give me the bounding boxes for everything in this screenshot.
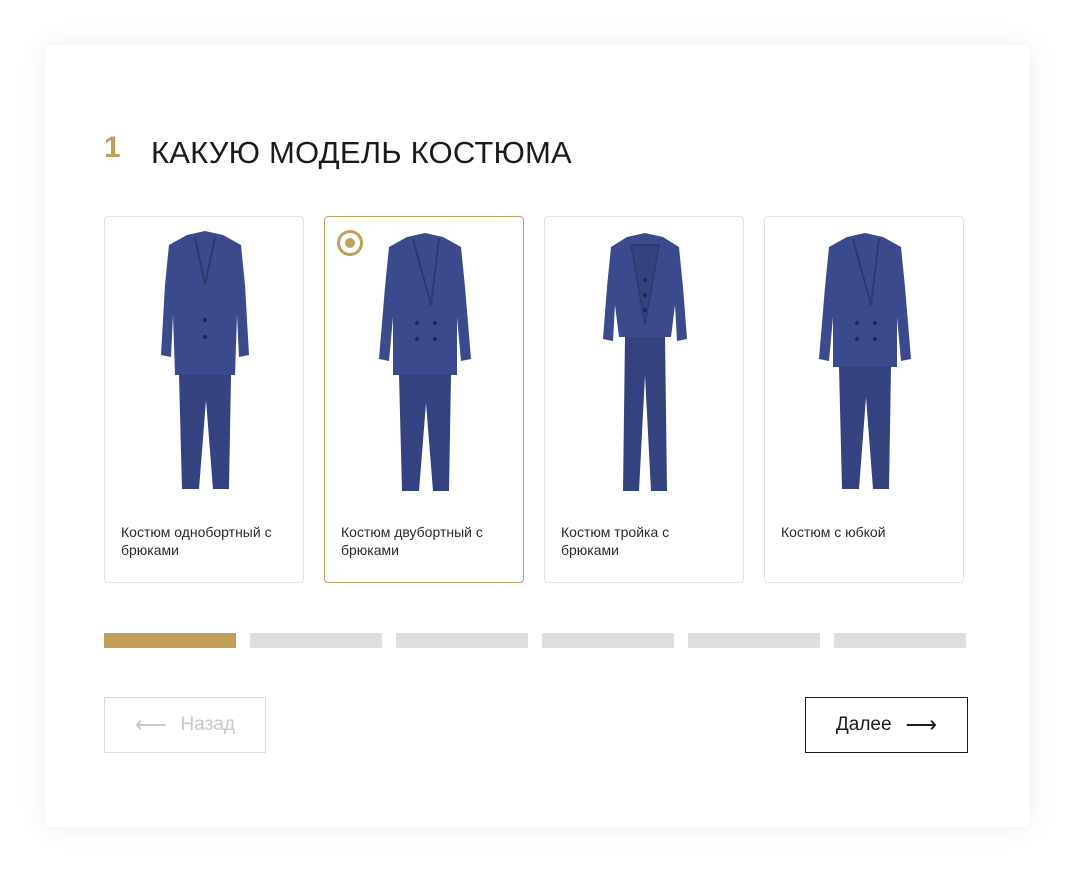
option-card-double-breasted[interactable]: Костюм двубортный с брюками [324,216,524,583]
double-breasted-suit-icon [379,233,471,491]
option-card-three-piece[interactable]: Костюм тройка с брюками [544,216,744,583]
option-label: Костюм двубортный с брюками [341,524,483,558]
step-number: 1 [104,131,121,164]
arrow-right-icon: ⟶ [905,712,938,737]
progress-step-5 [688,633,820,648]
back-button[interactable]: ⟵ Назад [104,697,266,753]
option-card-single-breasted[interactable]: Костюм однобортный с брюками [104,216,304,583]
three-piece-suit-icon [603,233,687,491]
step-title: КАКУЮ МОДЕЛЬ КОСТЮМА [151,135,572,170]
progress-step-6 [834,633,966,648]
next-button-label: Далее [835,714,892,735]
arrow-left-icon: ⟵ [135,712,167,737]
progress-step-1 [104,633,236,648]
option-label: Костюм однобортный с брюками [121,524,272,558]
single-breasted-suit-icon [161,231,249,489]
selected-radio-icon[interactable] [337,230,363,256]
option-card-skirt-suit[interactable]: Костюм с юбкой [764,216,964,583]
option-label: Костюм с юбкой [781,524,886,540]
back-button-label: Назад [180,714,235,735]
next-button[interactable]: Далее ⟶ [805,697,968,753]
progress-step-2 [250,633,382,648]
progress-step-3 [396,633,528,648]
option-label: Костюм тройка с брюками [561,524,670,558]
progress-step-4 [542,633,674,648]
skirt-suit-icon [819,233,911,489]
